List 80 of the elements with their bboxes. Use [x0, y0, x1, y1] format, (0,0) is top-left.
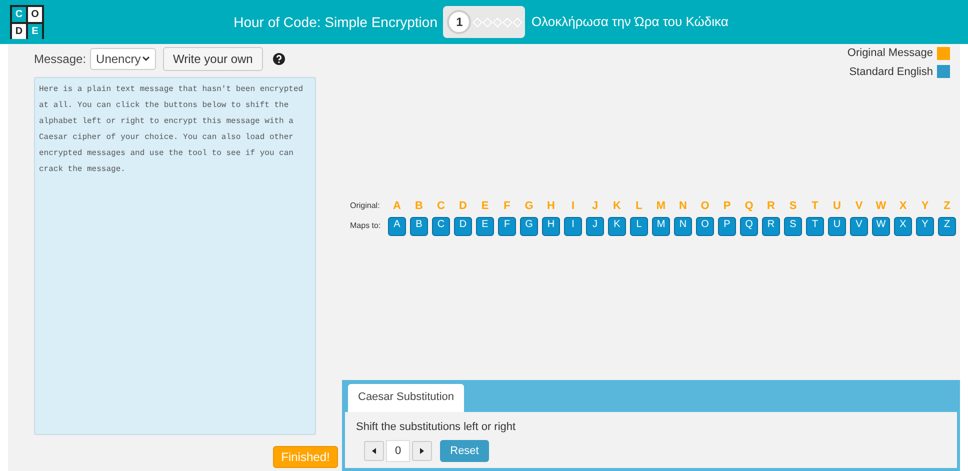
letter-tile[interactable]: I — [564, 216, 582, 236]
legend-label: Standard English — [849, 64, 933, 80]
message-text: Here is a plain text message that hasn't been encrypted at all. You can click the buttons below to shift the alphabet left or right to encrypt this message with a Caesar cipher of your choice. You can also load other encrypted messages and use the tool to see if you can crack the message. — [39, 84, 304, 176]
panel-tab[interactable]: Caesar Substitution — [348, 384, 464, 412]
letter-tile[interactable]: M — [652, 216, 670, 236]
progress-step[interactable]: 1 — [447, 10, 472, 34]
letter-tile[interactable]: R — [762, 216, 780, 236]
finish-link[interactable]: Ολοκλήρωσα την Ώρα του Κώδικα — [531, 12, 728, 32]
letter-tile[interactable]: C — [432, 216, 450, 236]
letter-tile[interactable]: J — [586, 216, 604, 236]
original-letter: I — [570, 199, 576, 214]
original-letter: F — [502, 199, 512, 214]
letter-tile[interactable]: E — [476, 216, 494, 236]
right-arrow-icon — [420, 448, 424, 454]
original-letter: Z — [942, 199, 952, 214]
letter-tile[interactable]: A — [388, 216, 406, 236]
letter-tile[interactable]: K — [608, 216, 626, 236]
original-letter: E — [480, 199, 490, 214]
letter-tile[interactable]: X — [894, 216, 912, 236]
original-letter: U — [832, 199, 842, 214]
shift-instruction: Shift the substitutions left or right — [356, 420, 517, 434]
left-arrow-icon — [372, 448, 376, 454]
shift-left-button[interactable] — [364, 441, 384, 461]
logo[interactable]: C O D E — [10, 5, 44, 39]
original-letter: N — [678, 199, 688, 214]
message-select[interactable]: Unencry — [90, 48, 156, 70]
original-letter: D — [458, 199, 468, 214]
maps-to-label: Maps to: — [350, 220, 382, 232]
letter-tile[interactable]: F — [498, 216, 516, 236]
original-letter: L — [634, 199, 644, 214]
letter-tile[interactable]: U — [828, 216, 846, 236]
letter-tile[interactable]: P — [718, 216, 736, 236]
letter-tile[interactable]: Q — [740, 216, 758, 236]
original-letter: R — [766, 199, 776, 214]
letter-tile[interactable]: D — [454, 216, 472, 236]
letter-tile[interactable]: Z — [938, 216, 956, 236]
message-label: Message: — [34, 51, 86, 68]
original-letter: Y — [920, 199, 930, 214]
logo-letter: O — [28, 7, 42, 22]
logo-letter: C — [12, 7, 26, 22]
legend-label: Original Message — [847, 46, 933, 61]
original-letter: O — [700, 199, 710, 214]
message-text-area[interactable] — [34, 77, 316, 435]
letter-tile[interactable]: S — [784, 216, 802, 236]
logo-letter: E — [28, 24, 42, 39]
letter-tile[interactable]: Y — [916, 216, 934, 236]
letter-tile[interactable]: B — [410, 216, 428, 236]
letter-tile[interactable]: G — [520, 216, 538, 236]
original-letter: M — [655, 199, 667, 214]
page-title: Hour of Code: Simple Encryption — [234, 12, 438, 32]
original-letter: H — [546, 199, 556, 214]
original-letter: P — [722, 199, 732, 214]
original-letter: C — [436, 199, 446, 214]
letter-tile[interactable]: W — [872, 216, 890, 236]
shift-right-button[interactable] — [412, 441, 432, 461]
original-letter: X — [898, 199, 908, 214]
original-letter: K — [612, 199, 622, 214]
reset-button[interactable]: Reset — [440, 440, 489, 462]
original-letter: A — [392, 199, 402, 214]
original-letter: V — [854, 199, 864, 214]
write-your-own-button[interactable]: Write your own — [163, 47, 263, 71]
letter-tile[interactable]: L — [630, 216, 648, 236]
original-letter: S — [788, 199, 798, 214]
letter-tile[interactable]: T — [806, 216, 824, 236]
logo-letter: D — [12, 24, 26, 39]
original-letter: W — [874, 199, 888, 214]
letter-tile[interactable]: N — [674, 216, 692, 236]
letter-tile[interactable]: O — [696, 216, 714, 236]
original-label: Original: — [350, 200, 381, 212]
original-letter: J — [590, 199, 600, 214]
original-letter: T — [810, 199, 820, 214]
letter-tile[interactable]: V — [850, 216, 868, 236]
original-letter: B — [414, 199, 424, 214]
original-letter: Q — [744, 199, 754, 214]
chevron-down-icon — [142, 56, 150, 62]
shift-value-field[interactable]: 0 — [386, 440, 410, 462]
help-icon[interactable] — [272, 53, 285, 65]
letter-tile[interactable]: H — [542, 216, 560, 236]
finished-button[interactable]: Finished! — [273, 446, 338, 468]
original-letter: G — [524, 199, 534, 214]
